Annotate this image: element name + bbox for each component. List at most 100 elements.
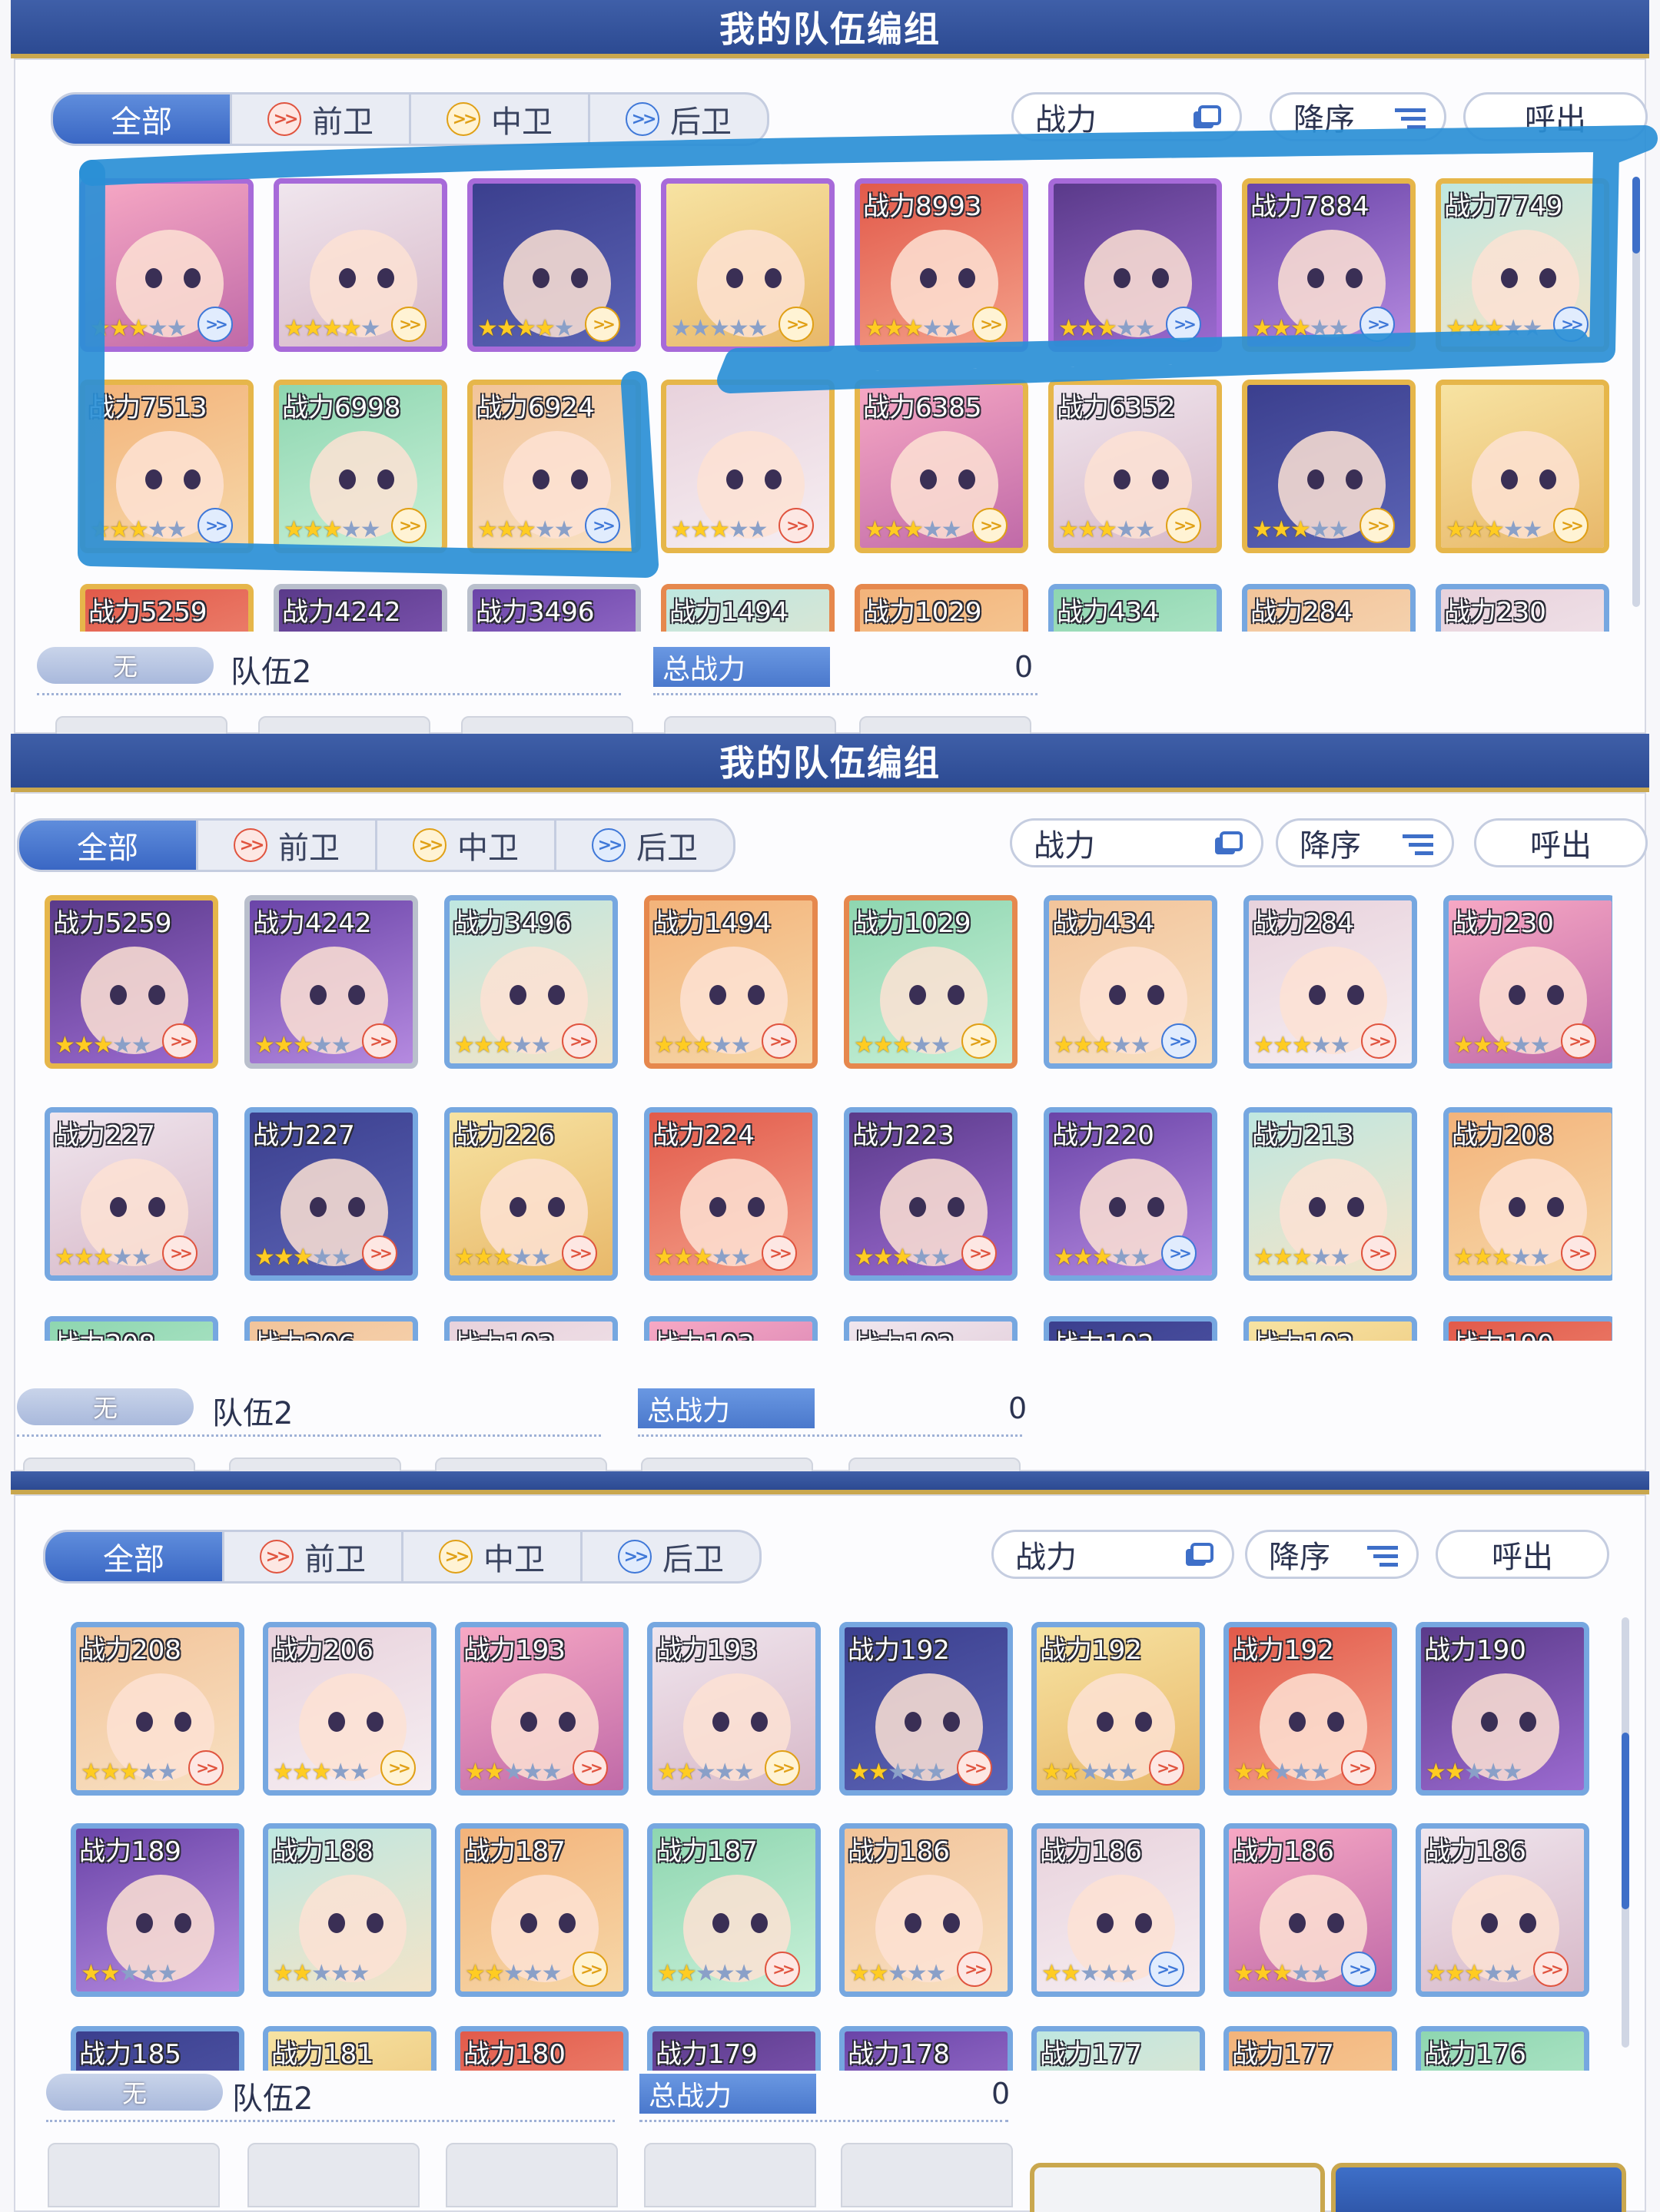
character-card[interactable]: 战力190 ★★★★★ [1416, 1622, 1589, 1796]
character-card[interactable]: 战力177★★★★★ [1031, 2026, 1205, 2071]
sort-order-button[interactable]: 降序 [1276, 818, 1454, 867]
character-card[interactable]: 战力178★★★★★ [839, 2026, 1013, 2071]
team-slot[interactable] [848, 1458, 1021, 1471]
character-card[interactable]: 战力284★★★★★>> [1242, 584, 1416, 632]
team-name[interactable]: 队伍2 [232, 2074, 313, 2118]
tab-back[interactable]: >> 后卫 [556, 821, 733, 870]
tab-front[interactable]: >> 前卫 [224, 1532, 403, 1581]
character-card[interactable]: ★★★★★ >> [80, 178, 254, 352]
character-card[interactable]: 战力434★★★★★>> [1044, 895, 1217, 1069]
team-slot[interactable] [859, 716, 1031, 734]
character-card[interactable]: 战力6924 ★★★★★ >> [467, 380, 641, 553]
team-slot[interactable] [229, 1458, 401, 1471]
character-card[interactable]: 战力6385 ★★★★★ >> [855, 380, 1028, 553]
character-card[interactable]: 战力208★★★★★>> [1443, 1107, 1612, 1281]
character-card[interactable]: 战力1029★★★★★>> [844, 895, 1018, 1069]
character-card[interactable]: 战力186 ★★★★★ >> [1031, 1823, 1205, 1997]
team-name[interactable]: 队伍2 [231, 647, 311, 691]
character-card[interactable]: 战力5259★★★★★>> [45, 895, 218, 1069]
character-card[interactable]: 战力185★★★★★ [71, 2026, 244, 2071]
tab-all[interactable]: 全部 [45, 1532, 224, 1581]
character-card[interactable]: 战力224 ★★★★★ >> [644, 1107, 818, 1281]
character-card[interactable]: 战力181★★★★★ [263, 2026, 437, 2071]
tab-front[interactable]: >> 前卫 [232, 95, 411, 144]
character-card[interactable]: 战力227 ★★★★★ >> [244, 1107, 418, 1281]
character-card[interactable]: 战力213 ★★★★★ >> [1243, 1107, 1417, 1281]
cancel-button[interactable] [1030, 2163, 1325, 2212]
tab-back[interactable]: >> 后卫 [583, 1532, 759, 1581]
character-card[interactable]: ★★★★★ >> [661, 380, 835, 553]
character-card[interactable]: 战力176★★★★★ [1416, 2026, 1589, 2071]
sort-by-select[interactable]: 战力 [1011, 92, 1242, 141]
character-card[interactable]: 战力1494★★★★★>> [644, 895, 818, 1069]
character-card[interactable]: 战力3496★★★★★>> [444, 895, 618, 1069]
character-card[interactable]: 战力206★★★★★>> [244, 1316, 418, 1341]
character-card[interactable]: 战力4242★★★★★>> [274, 584, 447, 632]
character-card[interactable]: 战力192★★★★★>> [844, 1316, 1018, 1341]
character-card[interactable]: 战力192★★★★★>> [1223, 1622, 1397, 1796]
call-button[interactable]: 呼出 [1436, 1530, 1609, 1579]
scrollbar[interactable] [1632, 177, 1640, 607]
character-card[interactable]: 战力230★★★★★>> [1443, 895, 1612, 1069]
character-card[interactable]: ★★★★★ >> [1436, 380, 1609, 553]
character-card[interactable]: 战力7749 ★★★★★ >> [1436, 178, 1609, 352]
team-slot[interactable] [435, 1458, 607, 1471]
character-card[interactable]: ★★★★★ >> [1048, 178, 1222, 352]
character-card[interactable]: ★★★★★ >> [467, 178, 641, 352]
character-card[interactable]: 战力226 ★★★★★ >> [444, 1107, 618, 1281]
character-card[interactable]: 战力186 ★★★★★ >> [1223, 1823, 1397, 1997]
tab-all[interactable]: 全部 [53, 95, 232, 144]
team-slot[interactable] [644, 2143, 816, 2207]
character-card[interactable]: 战力208★★★★★>> [45, 1316, 218, 1341]
character-card[interactable]: 战力4242★★★★★>> [244, 895, 418, 1069]
team-slot[interactable] [446, 2143, 618, 2207]
character-card[interactable]: 战力223 ★★★★★ >> [844, 1107, 1018, 1281]
character-card[interactable]: 战力208★★★★★>> [71, 1622, 244, 1796]
character-card[interactable]: 战力192★★★★★>> [1243, 1316, 1417, 1341]
character-card[interactable]: 战力177★★★★★ [1223, 2026, 1397, 2071]
character-card[interactable]: 战力7884 ★★★★★ >> [1242, 178, 1416, 352]
tab-mid[interactable]: >> 中卫 [377, 821, 556, 870]
sort-by-select[interactable]: 战力 [1010, 818, 1263, 867]
team-slot[interactable] [258, 716, 430, 734]
character-card[interactable]: ★★★★★ >> [274, 178, 447, 352]
team-slot[interactable] [461, 716, 633, 734]
team-slot[interactable] [641, 1458, 813, 1471]
team-slot[interactable] [247, 2143, 420, 2207]
character-card[interactable]: 战力190★★★★★>> [1443, 1316, 1612, 1341]
character-card[interactable]: 战力192★★★★★>> [1031, 1622, 1205, 1796]
sort-order-button[interactable]: 降序 [1270, 92, 1446, 141]
character-card[interactable]: 战力193★★★★★>> [647, 1622, 821, 1796]
tab-mid[interactable]: >> 中卫 [403, 1532, 583, 1581]
character-card[interactable]: 战力186 ★★★★★ >> [1416, 1823, 1589, 1997]
character-card[interactable]: 战力186 ★★★★★ >> [839, 1823, 1013, 1997]
character-card[interactable]: 战力284★★★★★>> [1243, 895, 1417, 1069]
character-card[interactable]: 战力193★★★★★>> [644, 1316, 818, 1341]
team-slot[interactable] [841, 2143, 1013, 2207]
character-card[interactable]: 战力206★★★★★>> [263, 1622, 437, 1796]
character-card[interactable]: 战力3496★★★★★>> [467, 584, 641, 632]
team-slot[interactable] [664, 716, 836, 734]
character-card[interactable]: 战力230★★★★★>> [1436, 584, 1609, 632]
character-card[interactable]: 战力434★★★★★>> [1048, 584, 1222, 632]
sort-by-select[interactable]: 战力 [991, 1530, 1234, 1579]
character-card[interactable]: 战力193★★★★★>> [444, 1316, 618, 1341]
character-card[interactable]: 战力187 ★★★★★ >> [455, 1823, 629, 1997]
character-card[interactable]: 战力6998 ★★★★★ >> [274, 380, 447, 553]
character-card[interactable]: 战力192★★★★★>> [1044, 1316, 1217, 1341]
tab-mid[interactable]: >> 中卫 [411, 95, 590, 144]
character-card[interactable]: 战力188 ★★★★★ [263, 1823, 437, 1997]
character-card[interactable]: 战力180★★★★★ [455, 2026, 629, 2071]
character-card[interactable]: 战力179★★★★★ [647, 2026, 821, 2071]
tab-back[interactable]: >> 后卫 [590, 95, 767, 144]
character-card[interactable]: ★★★★★ >> [661, 178, 835, 352]
sort-order-button[interactable]: 降序 [1245, 1530, 1419, 1579]
character-card[interactable]: 战力220 ★★★★★ >> [1044, 1107, 1217, 1281]
character-card[interactable]: 战力6352 ★★★★★ >> [1048, 380, 1222, 553]
character-card[interactable]: 战力192★★★★★>> [839, 1622, 1013, 1796]
scrollbar[interactable] [1622, 1617, 1629, 2048]
call-button[interactable]: 呼出 [1463, 92, 1648, 141]
tab-front[interactable]: >> 前卫 [198, 821, 377, 870]
character-card[interactable]: 战力7513 ★★★★★ >> [80, 380, 254, 553]
character-card[interactable]: 战力1029★★★★★>> [855, 584, 1028, 632]
